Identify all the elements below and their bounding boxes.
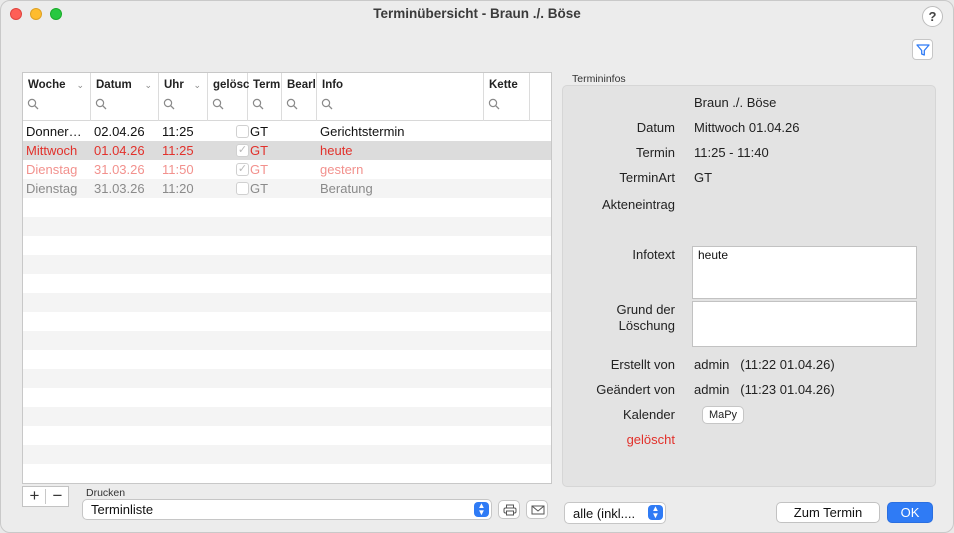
geloescht-status: gelöscht (626, 432, 675, 447)
kalender-label: Kalender (622, 407, 675, 422)
search-icon[interactable] (488, 98, 500, 110)
title-bar: Terminübersicht - Braun ./. Böse ? (1, 1, 953, 29)
filter-button[interactable] (912, 39, 933, 60)
terminart-value: GT (694, 170, 713, 185)
empty-row (23, 445, 551, 464)
zum-termin-button[interactable]: Zum Termin (776, 502, 880, 523)
grund-label-line1: Grund der (616, 302, 675, 317)
empty-row (23, 369, 551, 388)
empty-row (23, 407, 551, 426)
drucken-select[interactable]: Terminliste ▲ ▼ (82, 499, 492, 520)
grund-label-line2: Löschung (618, 318, 675, 333)
termin-table[interactable]: Woche ⌄ Datum ⌄ Uhr ⌄ gelösc Term Bearl … (22, 72, 552, 484)
print-button[interactable] (498, 500, 520, 519)
column-header-geloescht[interactable]: gelösc (208, 73, 249, 121)
empty-row (23, 350, 551, 369)
kalender-button[interactable]: MaPy (702, 406, 744, 424)
email-button[interactable] (526, 500, 548, 519)
column-header-uhr[interactable]: Uhr ⌄ (159, 73, 208, 121)
add-button[interactable]: + (23, 487, 46, 506)
column-header-terminart[interactable]: Term (248, 73, 282, 121)
add-remove-control: + − (22, 486, 69, 507)
table-row[interactable]: Dienstag 31.03.26 11:20 GT Beratung (23, 179, 551, 198)
termin-label: Termin (635, 145, 675, 160)
geloescht-checkbox[interactable]: ✓ (236, 163, 249, 176)
ok-button[interactable]: OK (887, 502, 933, 523)
chevron-down-icon: ⌄ (193, 80, 201, 90)
filter-select[interactable]: alle (inkl.... ▲ ▼ (564, 502, 666, 524)
table-header: Woche ⌄ Datum ⌄ Uhr ⌄ gelösc Term Bearl … (23, 73, 551, 121)
empty-row (23, 483, 551, 484)
column-header-kette[interactable]: Kette (484, 73, 530, 121)
erstellt-von-label: Erstellt von (610, 357, 675, 372)
table-row[interactable]: Dienstag 31.03.26 11:50 ✓ GT gestern (23, 160, 551, 179)
table-body: Donner… 02.04.26 11:25 GT Gerichtstermin… (23, 122, 551, 484)
column-header-woche[interactable]: Woche ⌄ (23, 73, 91, 121)
remove-button[interactable]: − (46, 487, 69, 506)
geaendert-von-label: Geändert von (596, 382, 675, 397)
erstellt-von-value: admin (11:22 01.04.26) (694, 357, 835, 372)
termin-value: 11:25 - 11:40 (694, 145, 769, 160)
search-icon[interactable] (95, 98, 107, 110)
empty-row (23, 388, 551, 407)
search-icon[interactable] (252, 98, 264, 110)
termininfos-label: Termininfos (572, 73, 626, 85)
infotext-field[interactable]: heute (692, 246, 917, 299)
empty-row (23, 293, 551, 312)
geloescht-checkbox[interactable] (236, 182, 249, 195)
select-stepper-icon: ▲ ▼ (648, 505, 663, 520)
akteneintrag-label: Akteneintrag (602, 197, 675, 212)
printer-icon (503, 504, 517, 516)
geloescht-checkbox[interactable] (236, 125, 249, 138)
grund-der-loeschung-field[interactable] (692, 301, 917, 347)
empty-row (23, 331, 551, 350)
column-header-bearbeiter[interactable]: Bearl (282, 73, 317, 121)
help-button[interactable]: ? (922, 6, 943, 27)
infotext-label: Infotext (632, 247, 675, 262)
empty-row (23, 217, 551, 236)
window-title: Terminübersicht - Braun ./. Böse (373, 6, 581, 21)
empty-row (23, 464, 551, 483)
select-stepper-icon: ▲ ▼ (474, 502, 489, 517)
akte-value: Braun ./. Böse (694, 95, 777, 110)
column-header-datum[interactable]: Datum ⌄ (91, 73, 159, 121)
filter-icon (916, 44, 930, 56)
search-icon[interactable] (321, 98, 333, 110)
drucken-label: Drucken (86, 487, 126, 499)
chevron-down-icon: ⌄ (144, 80, 152, 90)
column-header-info[interactable]: Info (317, 73, 484, 121)
search-icon[interactable] (286, 98, 298, 110)
search-icon[interactable] (212, 98, 224, 110)
chevron-down-icon: ⌄ (76, 80, 84, 90)
empty-row (23, 312, 551, 331)
geloescht-checkbox[interactable]: ✓ (236, 144, 249, 157)
terminart-label: TerminArt (619, 170, 675, 185)
empty-row (23, 426, 551, 445)
empty-row (23, 198, 551, 217)
empty-row (23, 236, 551, 255)
geaendert-von-value: admin (11:23 01.04.26) (694, 382, 835, 397)
table-row[interactable]: Donner… 02.04.26 11:25 GT Gerichtstermin (23, 122, 551, 141)
table-row[interactable]: Mittwoch 01.04.26 11:25 ✓ GT heute (23, 141, 551, 160)
datum-value: Mittwoch 01.04.26 (694, 120, 800, 135)
envelope-icon (531, 505, 545, 515)
datum-label: Datum (636, 120, 675, 135)
search-icon[interactable] (163, 98, 175, 110)
empty-row (23, 255, 551, 274)
search-icon[interactable] (27, 98, 39, 110)
terminuebersicht-window: Terminübersicht - Braun ./. Böse ? Woche… (0, 0, 954, 533)
empty-row (23, 274, 551, 293)
